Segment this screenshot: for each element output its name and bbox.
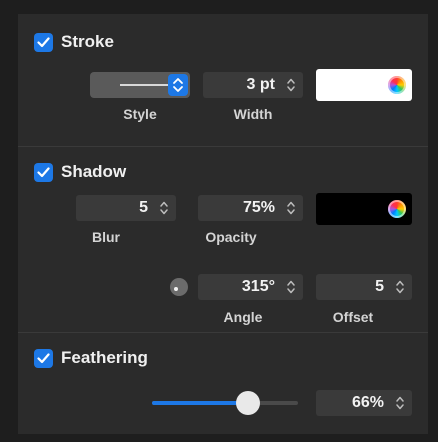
angle-indicator-dot — [174, 287, 178, 291]
color-wheel-icon[interactable] — [388, 200, 406, 218]
shadow-opacity-value: 75% — [242, 199, 275, 216]
shadow-offset-field[interactable]: 5 — [316, 274, 412, 300]
stroke-style-popup[interactable] — [90, 72, 190, 98]
feathering-slider-fill — [152, 401, 249, 405]
shadow-angle-field[interactable]: 315° — [198, 274, 303, 300]
feathering-value-field[interactable]: 66% — [316, 390, 412, 416]
stepper-icon[interactable] — [394, 277, 406, 297]
stroke-section: Stroke Style 3 pt Width — [18, 14, 428, 146]
stroke-width-field[interactable]: 3 pt — [203, 72, 303, 98]
stroke-checkbox-row[interactable]: Stroke — [34, 32, 114, 52]
chevron-updown-icon — [168, 74, 188, 96]
shadow-angle-knob[interactable] — [170, 278, 188, 296]
stepper-icon[interactable] — [394, 393, 406, 413]
stroke-width-label: Width — [233, 106, 273, 122]
stroke-title: Stroke — [61, 32, 114, 51]
stroke-style-label: Style — [123, 106, 157, 122]
stepper-icon[interactable] — [285, 75, 297, 95]
shadow-blur-value: 5 — [139, 199, 148, 216]
shadow-blur-field[interactable]: 5 — [76, 195, 176, 221]
shadow-offset-label: Offset — [332, 309, 374, 325]
shadow-opacity-label: Opacity — [205, 229, 257, 245]
stroke-line-preview — [120, 84, 170, 86]
shadow-title: Shadow — [61, 162, 127, 181]
stroke-checkbox[interactable] — [34, 32, 53, 52]
feathering-checkbox-row[interactable]: Feathering — [34, 348, 148, 368]
checkmark-icon — [37, 36, 50, 47]
shadow-offset-value: 5 — [375, 278, 384, 295]
feathering-checkbox[interactable] — [34, 348, 53, 368]
feathering-slider-knob[interactable] — [236, 391, 261, 415]
stepper-icon[interactable] — [158, 198, 170, 218]
feathering-section: Feathering 66% — [18, 333, 428, 434]
stepper-icon[interactable] — [285, 198, 297, 218]
checkmark-icon — [37, 166, 50, 177]
shadow-angle-label: Angle — [223, 309, 263, 325]
shadow-angle-value: 315° — [241, 278, 275, 295]
color-wheel-icon[interactable] — [388, 76, 406, 94]
shadow-checkbox[interactable] — [34, 162, 53, 182]
shadow-color-well[interactable] — [316, 193, 412, 225]
shadow-blur-label: Blur — [92, 229, 120, 245]
shadow-checkbox-row[interactable]: Shadow — [34, 162, 126, 182]
shadow-opacity-field[interactable]: 75% — [198, 195, 303, 221]
format-inspector-panel: Stroke Style 3 pt Width Shadow 5 Blur 75… — [18, 14, 428, 434]
stroke-color-well[interactable] — [316, 69, 412, 101]
feathering-title: Feathering — [61, 348, 148, 367]
feathering-value: 66% — [351, 394, 384, 411]
stepper-icon[interactable] — [285, 277, 297, 297]
checkmark-icon — [37, 352, 50, 363]
stroke-width-value: 3 pt — [246, 76, 275, 93]
shadow-section: Shadow 5 Blur 75% Opacity 315° Angle 5 O… — [18, 147, 428, 333]
